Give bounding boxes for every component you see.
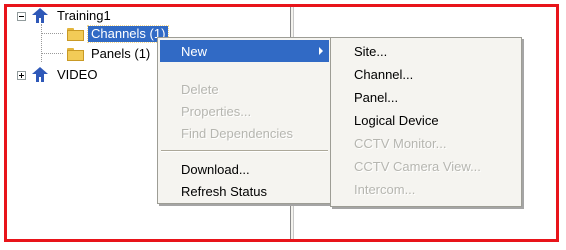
tree-node-video[interactable]: VIDEO xyxy=(17,66,100,84)
site-icon xyxy=(31,8,49,24)
menu-item-properties[interactable]: Properties... xyxy=(160,100,329,122)
menu-separator xyxy=(161,150,328,152)
tree-node-panels[interactable]: Panels (1) xyxy=(63,45,153,63)
tree-node-label: Panels (1) xyxy=(91,46,151,61)
submenu-item-channel[interactable]: Channel... xyxy=(333,63,519,85)
submenu-item-label: CCTV Camera View... xyxy=(354,158,481,174)
site-icon xyxy=(31,67,49,83)
submenu-item-intercom[interactable]: Intercom... xyxy=(333,178,519,200)
menu-item-label: Download... xyxy=(181,161,250,177)
folder-icon xyxy=(67,27,84,41)
tree-connector xyxy=(41,33,63,34)
submenu-item-logical-device[interactable]: Logical Device xyxy=(333,109,519,131)
menu-item-label: New xyxy=(181,43,208,59)
folder-icon xyxy=(67,47,84,61)
menu-item-new[interactable]: New xyxy=(160,40,329,62)
submenu-item-cctv-monitor[interactable]: CCTV Monitor... xyxy=(333,132,519,154)
menu-item-delete[interactable]: Delete xyxy=(160,78,329,100)
tree-node-label: Training1 xyxy=(57,8,111,23)
context-menu: New Delete Properties... Find Dependenci… xyxy=(157,37,332,204)
submenu-item-label: Logical Device xyxy=(354,112,439,128)
submenu-item-site[interactable]: Site... xyxy=(333,40,519,62)
submenu-item-label: Intercom... xyxy=(354,181,416,197)
submenu-item-label: Panel... xyxy=(354,89,399,105)
menu-item-refresh-status[interactable]: Refresh Status xyxy=(160,180,329,202)
new-submenu: Site... Channel... Panel... Logical Devi… xyxy=(330,37,522,207)
tree-node-channels[interactable]: Channels (1) xyxy=(63,25,170,43)
submenu-arrow-icon xyxy=(319,47,323,55)
collapse-toggle[interactable] xyxy=(17,11,26,21)
expand-toggle[interactable] xyxy=(17,70,26,80)
submenu-item-panel[interactable]: Panel... xyxy=(333,86,519,108)
submenu-item-label: Site... xyxy=(354,43,388,59)
menu-item-label: Properties... xyxy=(181,103,252,119)
menu-item-label: Refresh Status xyxy=(181,183,267,199)
submenu-item-cctv-camera-view[interactable]: CCTV Camera View... xyxy=(333,155,519,177)
tree-node-training1[interactable]: Training1 xyxy=(17,7,114,25)
tree-connector xyxy=(41,24,42,62)
submenu-item-label: CCTV Monitor... xyxy=(354,135,447,151)
menu-item-find-dependencies[interactable]: Find Dependencies xyxy=(160,122,329,144)
menu-item-label: Find Dependencies xyxy=(181,125,294,141)
tree-connector xyxy=(41,53,63,54)
menu-item-download[interactable]: Download... xyxy=(160,158,329,180)
submenu-item-label: Channel... xyxy=(354,66,414,82)
menu-item-label: Delete xyxy=(181,81,219,97)
tree-node-label: VIDEO xyxy=(57,67,98,82)
